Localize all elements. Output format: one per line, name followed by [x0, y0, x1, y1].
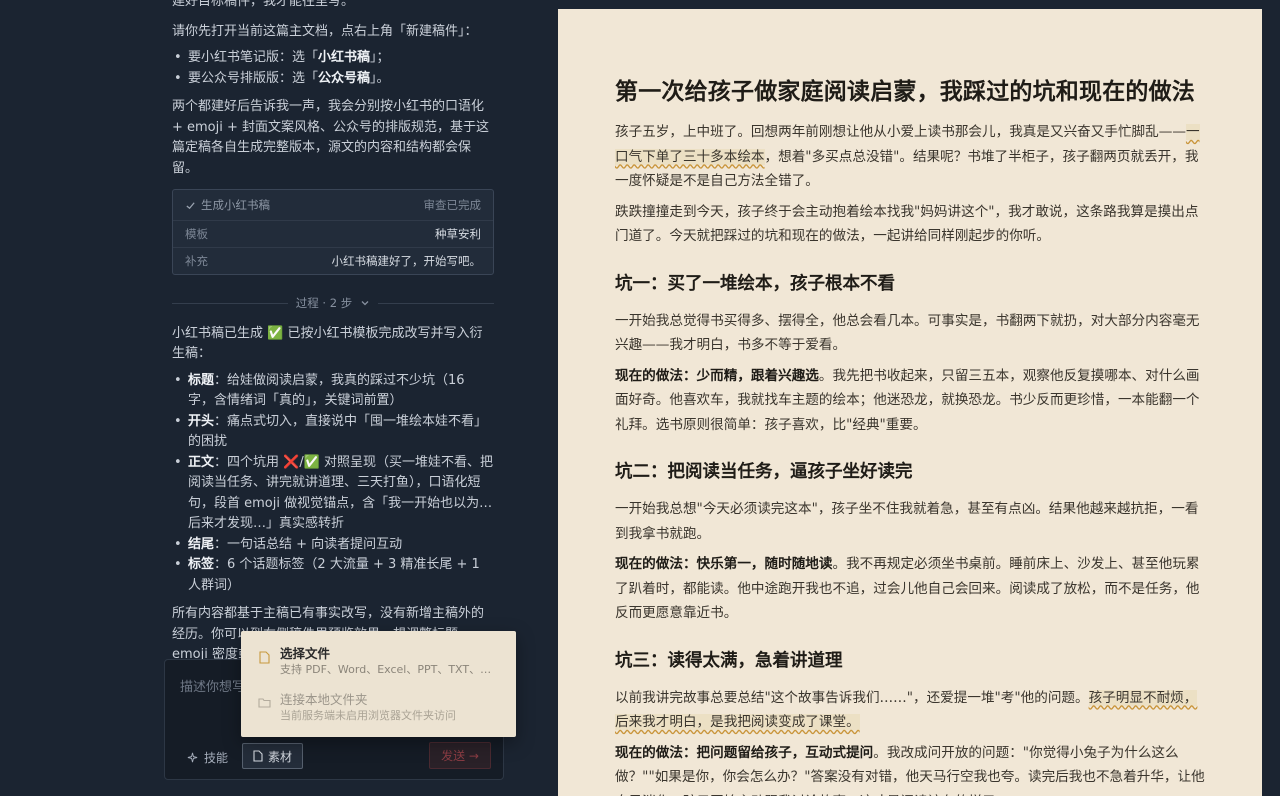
- result-list: 标题：给娃做阅读启蒙，我真的踩过不少坑（16 字，含情绪词「真的」，关键词前置）…: [174, 371, 494, 597]
- task-card-row: 补充 小红书稿建好了，开始写吧。: [173, 247, 493, 274]
- list-item: 正文：四个坑用 ❌/✅ 对照呈现（买一堆娃不看、把阅读当任务、讲完就讲道理、三天…: [174, 453, 494, 535]
- paragraph: 现在的做法：把问题留给孩子，互动式提问。我改成问开放的问题："你觉得小兔子为什么…: [615, 744, 1205, 796]
- chat-thread: 建好目标稿件，我才能往里写。 请你先打开当前这篇主文档，点右上角「新建稿件」： …: [172, 0, 495, 675]
- paragraph: 现在的做法：快乐第一，随时随地读。我不再规定必须坐书桌前。睡前床上、沙发上、甚至…: [615, 556, 1200, 621]
- paragraph: 以前我讲完故事总要总结"这个故事告诉我们……"，还爱提一堆"考"他的问题。孩子明…: [615, 689, 1198, 730]
- document-preview[interactable]: 第一次给孩子做家庭阅读启蒙，我踩过的坑和现在的做法 孩子五岁，上中班了。回想两年…: [558, 9, 1262, 796]
- task-card-row: 模板 种草安利: [173, 220, 493, 247]
- material-button[interactable]: 素材: [242, 743, 303, 769]
- list-item: 要小红书笔记版：选「小红书稿」；: [174, 48, 494, 69]
- chat-text: 两个都建好后告诉我一声，我会分别按小红书的口语化 + emoji + 封面文案风…: [172, 99, 490, 176]
- upload-menu: 选择文件 支持 PDF、Word、Excel、PPT、TXT、Markdown …: [241, 631, 516, 737]
- list-item: 结尾：一句话总结 + 向读者提问互动: [174, 535, 494, 556]
- paragraph: 孩子五岁，上中班了。回想两年前刚想让他从小爱上读书那会儿，我真是又兴奋又手忙脚乱…: [615, 124, 1200, 189]
- process-toggle[interactable]: 过程 · 2 步: [172, 293, 495, 314]
- paragraph: 一开始我总想"今天必须读完这本"，孩子坐不住我就着急，甚至有点凶。结果他越来越抗…: [615, 501, 1199, 542]
- folder-icon: [258, 698, 271, 708]
- task-card-status: 审查已完成: [423, 197, 482, 212]
- chat-step-list: 要小红书笔记版：选「小红书稿」； 要公众号排版版：选「公众号稿」。: [174, 48, 494, 90]
- send-button[interactable]: 发送 →: [429, 742, 491, 769]
- list-item: 标签：6 个话题标签（2 大流量 + 3 精准长尾 + 1 人群词）: [174, 555, 494, 596]
- section-heading: 坑二：把阅读当任务，逼孩子坐好读完: [615, 462, 913, 482]
- chat-text: 请你先打开当前这篇主文档，点右上角「新建稿件」：: [172, 23, 478, 39]
- task-card-title: 生成小红书稿: [201, 197, 270, 212]
- paragraph: 现在的做法：少而精，跟着兴趣选。我先把书收起来，只留三五本，观察他反复摸哪本、对…: [615, 367, 1200, 433]
- task-card-header[interactable]: 生成小红书稿 审查已完成: [173, 190, 493, 220]
- checkmark-icon: [186, 201, 195, 209]
- document-title: 第一次给孩子做家庭阅读启蒙，我踩过的坑和现在的做法: [615, 78, 1195, 105]
- task-status-card[interactable]: 生成小红书稿 审查已完成 模板 种草安利 补充 小红书稿建好了，开始写吧。: [172, 189, 494, 275]
- chat-text: 小红书稿已生成 ✅ 已按小红书模板完成改写并写入衍生稿：: [172, 325, 483, 362]
- section-heading: 坑三：读得太满，急着讲道理: [615, 650, 843, 671]
- section-heading: 坑一：买了一堆绘本，孩子根本不看: [615, 273, 895, 294]
- paragraph: 一开始我总觉得书买得多、摆得全，他总会看几本。可事实是，书翻两下就扔，对大部分内…: [615, 312, 1200, 354]
- sparkle-icon: [187, 752, 198, 762]
- chevron-down-icon: [361, 301, 369, 306]
- file-icon: [259, 651, 270, 664]
- list-item: 标题：给娃做阅读启蒙，我真的踩过不少坑（16 字，含情绪词「真的」，关键词前置）: [174, 371, 494, 412]
- menu-item-connect-folder[interactable]: 连接本地文件夹 当前服务端未启用浏览器文件夹访问: [241, 687, 516, 733]
- skill-button[interactable]: 技能: [187, 745, 228, 769]
- composer-placeholder[interactable]: 描述你想写: [180, 676, 245, 695]
- paragraph: 跌跌撞撞走到今天，孩子终于会主动抱着绘本找我"妈妈讲这个"，我才敢说，这条路我算…: [615, 203, 1199, 245]
- list-item: 要公众号排版版：选「公众号稿」。: [174, 69, 494, 90]
- chat-text: 建好目标稿件，我才能往里写。: [172, 0, 355, 9]
- menu-item-choose-file[interactable]: 选择文件 支持 PDF、Word、Excel、PPT、TXT、Markdown: [241, 641, 516, 687]
- process-label: 过程 · 2 步: [295, 296, 353, 310]
- file-icon: [253, 750, 263, 762]
- list-item: 开头：痛点式切入，直接说中「囤一堆绘本娃不看」的困扰: [174, 412, 494, 453]
